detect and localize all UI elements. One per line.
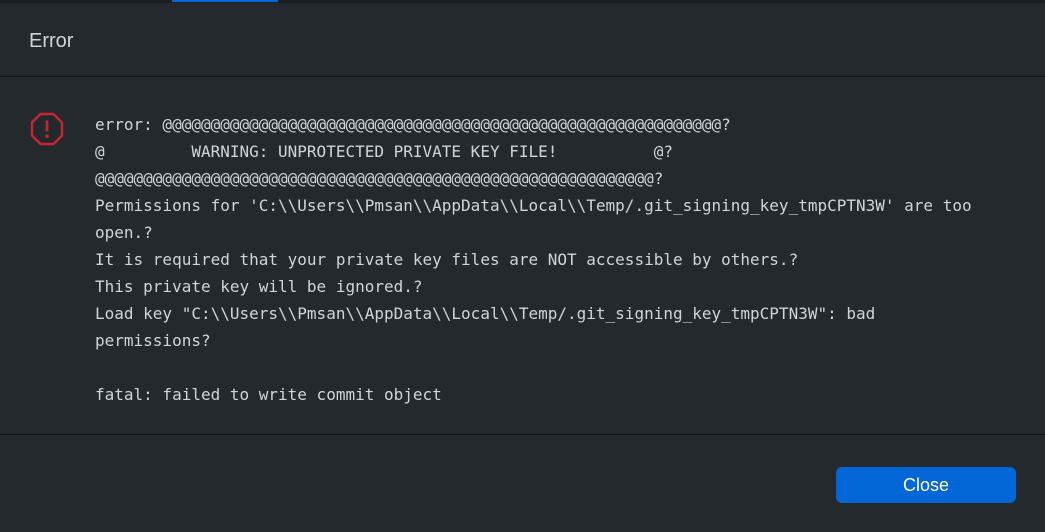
- error-message-line: fatal: failed to write commit object: [95, 385, 442, 404]
- error-message-line: error: @@@@@@@@@@@@@@@@@@@@@@@@@@@@@@@@@…: [95, 115, 731, 134]
- error-message-line: permissions?: [95, 331, 211, 350]
- error-dialog: Error error: @@@@@@@@@@@@@@@@@@@@@@@@@@@…: [0, 3, 1045, 532]
- error-message-line: This private key will be ignored.?: [95, 277, 423, 296]
- error-message-line: @@@@@@@@@@@@@@@@@@@@@@@@@@@@@@@@@@@@@@@@…: [95, 169, 664, 188]
- dialog-header: Error: [0, 3, 1045, 77]
- dialog-body: error: @@@@@@@@@@@@@@@@@@@@@@@@@@@@@@@@@…: [0, 77, 1045, 435]
- close-button[interactable]: Close: [836, 467, 1016, 503]
- dialog-title: Error: [29, 30, 74, 52]
- error-message-line: Load key "C:\\Users\\Pmsan\\AppData\\Loc…: [95, 304, 876, 323]
- error-message-line: It is required that your private key fil…: [95, 250, 799, 269]
- error-message: error: @@@@@@@@@@@@@@@@@@@@@@@@@@@@@@@@@…: [95, 111, 1015, 408]
- error-message-line: open.?: [95, 223, 153, 242]
- error-message-line: Permissions for 'C:\\Users\\Pmsan\\AppDa…: [95, 196, 972, 215]
- error-octagon-icon: [30, 112, 64, 146]
- error-message-line: @ WARNING: UNPROTECTED PRIVATE KEY FILE!…: [95, 142, 673, 161]
- background-accent-bar: [172, 0, 278, 2]
